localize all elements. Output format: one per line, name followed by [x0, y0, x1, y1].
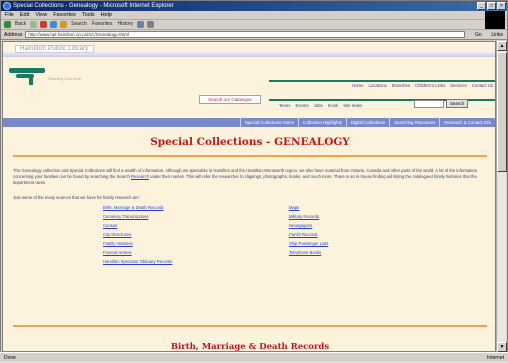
source-link[interactable]: Maps: [289, 205, 328, 211]
page-title: Special Collections - GENEALOGY: [150, 136, 350, 148]
library-logo-icon: [9, 64, 45, 86]
source-link[interactable]: City Directories: [103, 232, 172, 238]
ie-logo-icon: [3, 2, 11, 10]
nav-contact[interactable]: Contact Us: [472, 82, 493, 89]
status-text: Done: [4, 355, 16, 361]
menu-view[interactable]: View: [35, 11, 47, 19]
back-icon[interactable]: [4, 21, 11, 28]
back-button[interactable]: Back: [14, 21, 27, 28]
menu-bar: File Edit View Favorites Tools Help: [1, 11, 507, 29]
divider: [13, 325, 487, 327]
refresh-icon[interactable]: [50, 21, 58, 28]
source-link[interactable]: Census: [103, 223, 172, 229]
source-link[interactable]: Family Histories: [103, 241, 172, 247]
source-link[interactable]: Parish Records: [289, 232, 328, 238]
nav-sc-research[interactable]: Research & Contact Info: [439, 118, 491, 127]
library-name: Hamilton Public Library: [15, 45, 94, 53]
favorites-button[interactable]: Favorites: [91, 21, 114, 28]
source-link[interactable]: Hamilton Spectator Obituary Records: [103, 259, 172, 265]
library-tagline: Reading Connects: [48, 76, 81, 81]
nav-jobs[interactable]: Jobs: [314, 101, 323, 109]
divider: [13, 155, 487, 157]
mail-icon[interactable]: [137, 21, 145, 28]
source-link[interactable]: Cemetery Transcriptions: [103, 214, 172, 220]
nav-childrens-links[interactable]: Children's Links: [415, 82, 445, 89]
sources-right-list: Maps Military Records Newspapers Parish …: [289, 205, 328, 256]
maximize-button[interactable]: □: [487, 2, 496, 10]
intro-paragraph: The Genealogy collection and Special Col…: [13, 168, 489, 186]
scroll-up-icon[interactable]: ▲: [497, 41, 507, 51]
address-bar: Address http://www.hpl.hamilton.on.ca/SC…: [1, 30, 507, 40]
vertical-scrollbar[interactable]: ▲ ▼: [496, 41, 507, 352]
source-link[interactable]: Ship Passenger Lists: [289, 241, 328, 247]
nav-events[interactable]: Events: [295, 101, 308, 109]
page-viewport: Hamilton Public Library Reading Connects…: [2, 41, 496, 352]
menu-tools[interactable]: Tools: [82, 11, 95, 19]
nav-home[interactable]: Home: [352, 82, 363, 89]
menu-help[interactable]: Help: [101, 11, 112, 19]
nav-branches[interactable]: Branches: [392, 82, 410, 89]
sources-left-list: Birth, Marriage & Death Records Cemetery…: [103, 205, 172, 265]
address-label: Address: [4, 31, 23, 38]
top-nav: Home Locations Branches Children's Links…: [269, 80, 495, 89]
nav-sc-highlights[interactable]: Collection Highlights: [297, 118, 342, 127]
source-link[interactable]: Funeral Homes: [103, 250, 172, 256]
nav-locations[interactable]: Locations: [368, 82, 386, 89]
scroll-down-icon[interactable]: ▼: [497, 342, 507, 352]
windows-logo-icon: [485, 11, 505, 29]
links-button[interactable]: Links: [491, 32, 503, 38]
source-link[interactable]: Newspapers: [289, 223, 328, 229]
scroll-thumb[interactable]: [497, 52, 507, 172]
section-title: Birth, Marriage & Death Records: [170, 342, 330, 352]
nav-sc-digital[interactable]: Digital Collections: [345, 118, 385, 127]
nav-sc-home[interactable]: Special Collections Home: [240, 118, 294, 127]
toolbar: Back Search Favorites History: [1, 20, 507, 30]
nav-site-index[interactable]: Site Index: [343, 101, 362, 109]
site-search-button[interactable]: Search: [446, 99, 468, 108]
nav-services[interactable]: Services: [450, 82, 466, 89]
history-button[interactable]: History: [117, 21, 135, 28]
close-button[interactable]: ×: [497, 2, 506, 10]
sources-lead: Just some of the many sources that we ha…: [13, 195, 140, 200]
nav-teens[interactable]: Teens: [279, 101, 290, 109]
forward-icon[interactable]: [30, 21, 38, 28]
menu-edit[interactable]: Edit: [20, 11, 29, 19]
home-icon[interactable]: [60, 21, 68, 28]
source-link[interactable]: Military Records: [289, 214, 328, 220]
address-input[interactable]: http://www.hpl.hamilton.on.ca/SC/Genealo…: [25, 31, 466, 38]
catalogue-search-button[interactable]: Search our Catalogue: [199, 95, 261, 104]
nav-kiosk[interactable]: Kiosk: [328, 101, 339, 109]
source-link[interactable]: Birth, Marriage & Death Records: [103, 205, 172, 211]
search-button[interactable]: Search: [70, 21, 88, 28]
section-nav-bar: Special Collections Home Collection High…: [3, 118, 495, 127]
window-title: Special Collections - Genealogy - Micros…: [13, 3, 174, 9]
print-icon[interactable]: [147, 21, 155, 28]
status-bar: Done Internet: [0, 352, 508, 362]
library-header: Hamilton Public Library Reading Connects…: [3, 42, 495, 115]
nav-sc-searching[interactable]: Searching Resources: [389, 118, 435, 127]
site-search-input[interactable]: [414, 100, 444, 108]
research-link[interactable]: Research: [131, 174, 149, 179]
title-bar: Special Collections - Genealogy - Micros…: [1, 1, 507, 11]
go-button[interactable]: Go: [468, 32, 488, 38]
source-link[interactable]: Telephone Books: [289, 250, 328, 256]
minimize-button[interactable]: _: [477, 2, 486, 10]
menu-file[interactable]: File: [5, 11, 14, 19]
stop-icon[interactable]: [40, 21, 48, 28]
menu-favorites[interactable]: Favorites: [53, 11, 76, 19]
